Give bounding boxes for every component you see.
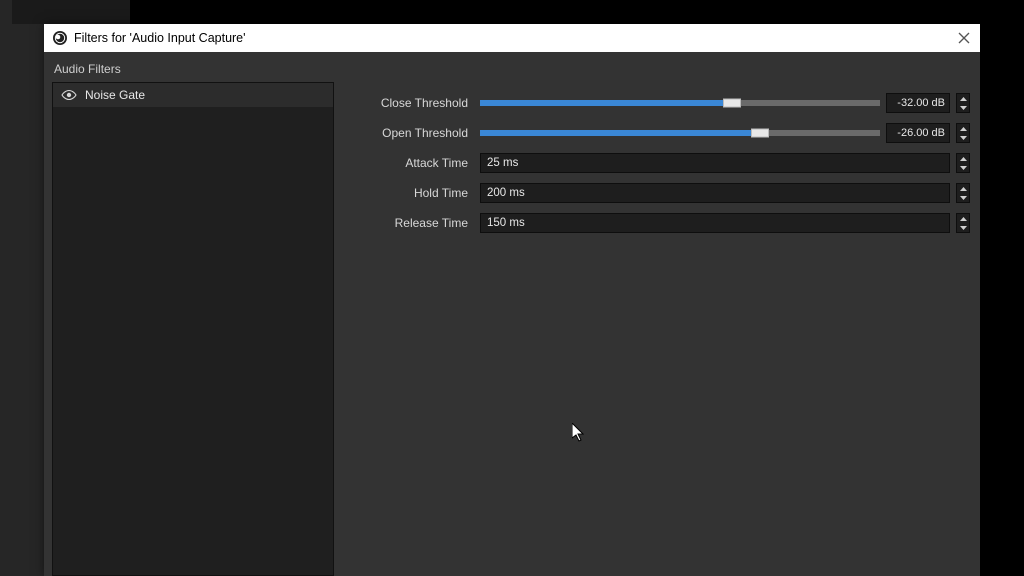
input-attack-time[interactable]: 25 ms (480, 153, 950, 173)
close-button[interactable] (954, 28, 974, 48)
spin-down[interactable] (957, 133, 969, 142)
slider-fill (480, 100, 728, 106)
window-title: Filters for 'Audio Input Capture' (74, 31, 246, 45)
dialog-content: Audio Filters Noise Gate Close Threshold (44, 52, 980, 576)
row-release-time: Release Time 150 ms (344, 208, 970, 238)
label-open-threshold: Open Threshold (344, 126, 474, 140)
slider-close-threshold[interactable] (480, 100, 880, 106)
spin-up[interactable] (957, 124, 969, 133)
filter-item-label: Noise Gate (85, 88, 145, 102)
label-close-threshold: Close Threshold (344, 96, 474, 110)
slider-thumb[interactable] (751, 129, 769, 138)
input-release-time[interactable]: 150 ms (480, 213, 950, 233)
spin-up[interactable] (957, 184, 969, 193)
spinner-release-time (956, 213, 970, 233)
spin-up[interactable] (957, 214, 969, 223)
filters-list: Noise Gate (52, 82, 334, 576)
slider-fill (480, 130, 756, 136)
slider-thumb[interactable] (723, 99, 741, 108)
spinner-attack-time (956, 153, 970, 173)
value-open-threshold[interactable]: -26.00 dB (886, 123, 950, 143)
spinner-hold-time (956, 183, 970, 203)
label-attack-time: Attack Time (344, 156, 474, 170)
filter-item-noise-gate[interactable]: Noise Gate (53, 83, 333, 107)
filters-dialog: Filters for 'Audio Input Capture' Audio … (44, 24, 980, 576)
background-panel-top (12, 0, 130, 24)
titlebar: Filters for 'Audio Input Capture' (44, 24, 980, 52)
section-header: Audio Filters (44, 52, 980, 82)
row-attack-time: Attack Time 25 ms (344, 148, 970, 178)
row-open-threshold: Open Threshold -26.00 dB (344, 118, 970, 148)
spinner-open-threshold (956, 123, 970, 143)
row-hold-time: Hold Time 200 ms (344, 178, 970, 208)
filter-settings-pane: Close Threshold -32.00 dB Open Threshold (334, 82, 980, 576)
spin-down[interactable] (957, 103, 969, 112)
value-close-threshold[interactable]: -32.00 dB (886, 93, 950, 113)
eye-icon[interactable] (61, 87, 77, 103)
input-hold-time[interactable]: 200 ms (480, 183, 950, 203)
spin-up[interactable] (957, 154, 969, 163)
row-close-threshold: Close Threshold -32.00 dB (344, 88, 970, 118)
dialog-body: Noise Gate Close Threshold -32.00 dB (44, 82, 980, 576)
spinner-close-threshold (956, 93, 970, 113)
label-hold-time: Hold Time (344, 186, 474, 200)
spin-down[interactable] (957, 193, 969, 202)
spin-down[interactable] (957, 223, 969, 232)
spin-up[interactable] (957, 94, 969, 103)
slider-open-threshold[interactable] (480, 130, 880, 136)
obs-app-icon (52, 30, 68, 46)
label-release-time: Release Time (344, 216, 474, 230)
spin-down[interactable] (957, 163, 969, 172)
